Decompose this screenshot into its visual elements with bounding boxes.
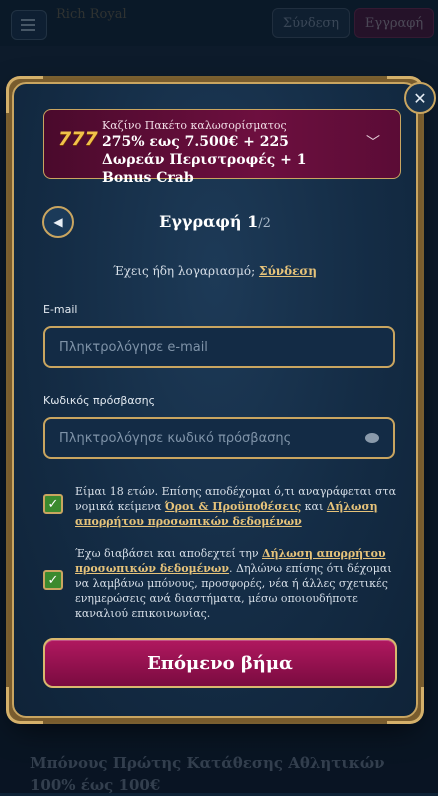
privacy-consent-row: ✓ Έχω διαβάσει και αποδεχτεί την Δήλωση … xyxy=(43,546,395,620)
next-step-button[interactable]: Επόμενο βήμα xyxy=(43,638,397,688)
welcome-package-banner[interactable]: 777 Καζίνο Πακέτο καλωσορίσματος 275% εω… xyxy=(43,109,401,186)
privacy-text-before: Έχω διαβάσει και αποδεχτεί την xyxy=(75,547,259,560)
privacy-checkbox[interactable]: ✓ xyxy=(43,570,63,590)
eye-icon[interactable] xyxy=(365,433,379,443)
step-title-text: Εγγραφή 1 xyxy=(159,212,259,231)
ornament-corner xyxy=(6,76,43,113)
have-account-prompt: Έχεις ήδη λογαριασμό; Σύνδεση xyxy=(14,264,416,278)
password-placeholder: Πληκτρολόγησε κωδικό πρόσβασης xyxy=(59,430,292,446)
slot-777-icon: 777 xyxy=(58,128,98,150)
password-label: Κωδικός πρόσβασης xyxy=(43,394,156,407)
terms-conditions-link[interactable]: Όροι & Προϋποθέσεις xyxy=(165,500,301,513)
chevron-down-icon[interactable]: ﹀ xyxy=(366,132,380,152)
ornament-corner xyxy=(6,687,43,724)
login-link[interactable]: Σύνδεση xyxy=(259,264,317,278)
close-icon: ✕ xyxy=(413,88,427,108)
email-label: E-mail xyxy=(43,303,78,316)
registration-modal: ✕ 777 Καζίνο Πακέτο καλωσορίσματος 275% … xyxy=(6,76,436,724)
terms-and-text: και xyxy=(304,500,324,513)
checkmark-icon: ✓ xyxy=(47,572,59,588)
close-button[interactable]: ✕ xyxy=(404,82,436,114)
email-field[interactable]: Πληκτρολόγησε e-mail xyxy=(43,326,395,368)
checkmark-icon: ✓ xyxy=(47,496,59,512)
promo-title: 275% εως 7.500€ + 225 Δωρεάν Περιστροφές… xyxy=(102,134,307,186)
ornament-corner xyxy=(387,687,424,724)
step-title: Εγγραφή 1/2 xyxy=(14,212,416,231)
terms-checkbox[interactable]: ✓ xyxy=(43,494,63,514)
terms-consent-text: Είμαι 18 ετών. Επίσης αποδέχομαι ό,τι αν… xyxy=(75,484,397,529)
password-field[interactable]: Πληκτρολόγησε κωδικό πρόσβασης xyxy=(43,417,395,459)
have-account-text: Έχεις ήδη λογαριασμό; xyxy=(112,264,256,278)
step-total: /2 xyxy=(258,216,271,231)
promo-subtitle: Καζίνο Πακέτο καλωσορίσματος xyxy=(102,119,287,132)
privacy-consent-text: Έχω διαβάσει και αποδεχτεί την Δήλωση απ… xyxy=(75,546,397,621)
terms-consent-row: ✓ Είμαι 18 ετών. Επίσης αποδέχομαι ό,τι … xyxy=(43,484,397,529)
